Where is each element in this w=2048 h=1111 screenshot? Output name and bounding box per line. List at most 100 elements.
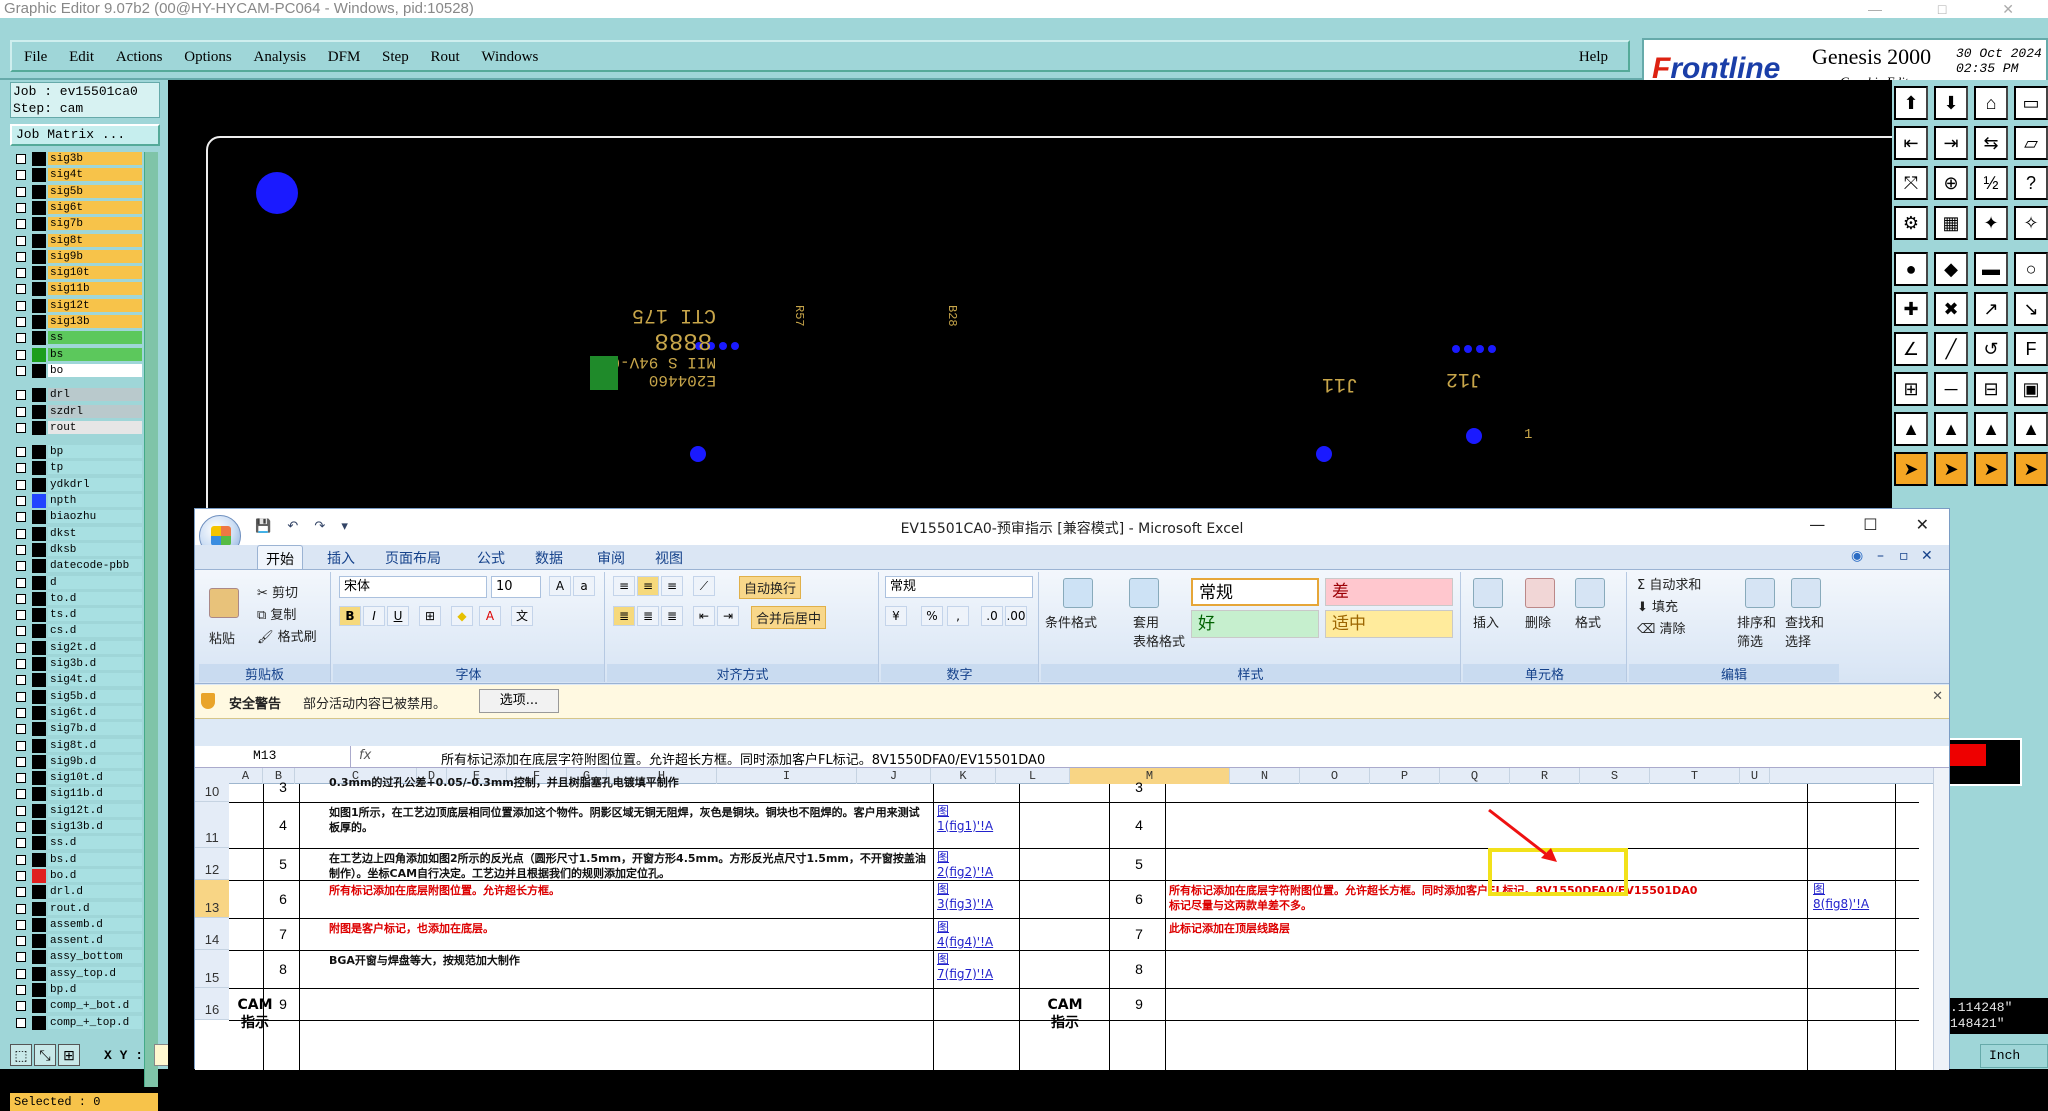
comma-icon[interactable]: , — [947, 606, 969, 626]
instruction-text[interactable]: BGA开窗与焊盘等大，按规范加大制作 — [329, 953, 929, 987]
instruction-text[interactable]: 如图1所示，在工艺边顶底层相同位置添加这个物件。阴影区域无铜无阻焊，灰色是铜块。… — [329, 805, 929, 847]
tool-icon[interactable]: ⚙ — [1894, 206, 1928, 240]
menu-actions[interactable]: Actions — [116, 49, 163, 66]
item-number-2[interactable]: 4 — [1109, 817, 1169, 833]
menu-step[interactable]: Step — [382, 49, 409, 66]
layer-row[interactable]: comp_+_bot.d — [10, 999, 142, 1014]
layer-checkbox[interactable] — [16, 365, 26, 376]
layer-checkbox[interactable] — [16, 854, 26, 865]
item-number-2[interactable]: 3 — [1109, 779, 1169, 795]
decrease-decimal-icon[interactable]: .00 — [1005, 606, 1027, 626]
layer-row[interactable]: sig10t.d — [10, 771, 142, 786]
style-good[interactable]: 好 — [1191, 610, 1319, 638]
layer-checkbox[interactable] — [16, 154, 26, 164]
figure-link[interactable]: 图 4(fig4)'!A — [937, 920, 993, 950]
row-header[interactable]: 15 — [195, 950, 229, 988]
layer-checkbox[interactable] — [16, 251, 26, 262]
layer-checkbox[interactable] — [16, 463, 26, 474]
close-icon[interactable]: ✕ — [1932, 689, 1943, 704]
tool-icon[interactable]: ╱ — [1934, 332, 1968, 366]
tool-icon[interactable]: ⊞ — [1894, 372, 1928, 406]
ribbon-restore-icon[interactable]: ▫ — [1899, 548, 1909, 564]
layer-checkbox[interactable] — [16, 561, 26, 572]
instruction-text[interactable] — [329, 991, 929, 1019]
layer-row[interactable]: bo.d — [10, 868, 142, 883]
layer-row[interactable]: datecode-pbb — [10, 559, 142, 574]
format-cells-button[interactable]: 格式 — [1575, 612, 1601, 631]
layer-row[interactable]: sig5b.d — [10, 689, 142, 704]
align-middle-icon[interactable]: ≡ — [637, 576, 659, 596]
layer-row[interactable]: sig6t — [10, 200, 142, 215]
layer-checkbox[interactable] — [16, 773, 26, 784]
table-format-button[interactable]: 套用 表格格式 — [1133, 612, 1185, 650]
tool-icon[interactable]: ▲ — [1894, 412, 1928, 446]
layer-checkbox[interactable] — [16, 838, 26, 849]
clear-button[interactable]: ⌫ 清除 — [1637, 618, 1686, 637]
tool-icon[interactable]: ▣ — [2014, 372, 2048, 406]
layer-row[interactable]: sig8t — [10, 233, 142, 248]
column-header[interactable]: Q — [1440, 768, 1510, 784]
row-header[interactable]: 14 — [195, 918, 229, 950]
tool-icon[interactable]: ⌂ — [1974, 86, 2008, 120]
layer-row[interactable]: drl.d — [10, 885, 142, 900]
style-neutral[interactable]: 适中 — [1325, 610, 1453, 638]
layer-checkbox[interactable] — [16, 724, 26, 735]
align-top-icon[interactable]: ≡ — [613, 576, 635, 596]
layer-checkbox[interactable] — [16, 496, 26, 506]
units-selector[interactable]: Inch — [1980, 1044, 2048, 1068]
layer-row[interactable]: sig8t.d — [10, 738, 142, 753]
layer-checkbox[interactable] — [16, 186, 26, 197]
layer-row[interactable]: ts.d — [10, 608, 142, 623]
tool-icon[interactable]: ⊕ — [1934, 166, 1968, 200]
insert-cells-button[interactable]: 插入 — [1473, 612, 1499, 631]
layer-row[interactable]: sig12t — [10, 298, 142, 313]
copy-button[interactable]: ⧉ 复制 — [257, 604, 296, 623]
layer-row[interactable]: sig6t.d — [10, 705, 142, 720]
tool-icon[interactable]: ⬇ — [1934, 86, 1968, 120]
layer-checkbox[interactable] — [16, 349, 26, 360]
number-format-select[interactable]: 常规 — [885, 576, 1033, 598]
layer-row[interactable]: sig3b.d — [10, 657, 142, 671]
layer-row[interactable]: npth — [10, 494, 142, 508]
maximize-button[interactable]: ☐ — [1863, 515, 1877, 534]
item-number-2[interactable]: 9 — [1109, 996, 1169, 1012]
layer-checkbox[interactable] — [16, 593, 26, 604]
layer-checkbox[interactable] — [16, 390, 26, 401]
layer-checkbox[interactable] — [16, 756, 26, 767]
layer-checkbox[interactable] — [16, 219, 26, 230]
layer-row[interactable]: bp.d — [10, 983, 142, 997]
layer-checkbox[interactable] — [16, 1017, 26, 1028]
style-bad[interactable]: 差 — [1325, 578, 1453, 606]
vertical-scrollbar[interactable] — [1933, 768, 1949, 1070]
layer-row[interactable]: bp — [10, 445, 142, 460]
phonetic-icon[interactable]: 文 — [511, 606, 533, 626]
job-matrix-button[interactable]: Job Matrix ... — [10, 124, 160, 146]
layer-checkbox[interactable] — [16, 422, 26, 433]
close-button[interactable]: ✕ — [1916, 515, 1929, 534]
layer-row[interactable]: dksb — [10, 542, 142, 557]
tab-page-layout[interactable]: 页面布局 — [385, 548, 441, 568]
figure-link[interactable]: 图 3(fig3)'!A — [937, 882, 993, 912]
layer-checkbox[interactable] — [16, 740, 26, 751]
column-header[interactable]: T — [1650, 768, 1740, 784]
grid-icon[interactable]: ⊞ — [58, 1044, 80, 1066]
layer-checkbox[interactable] — [16, 626, 26, 637]
autosum-button[interactable]: Σ 自动求和 — [1637, 574, 1701, 593]
tool-icon[interactable]: ➤ — [2014, 452, 2048, 486]
tool-icon[interactable]: ▭ — [2014, 86, 2048, 120]
tool-icon[interactable]: ─ — [1934, 372, 1968, 406]
tool-icon[interactable]: ➤ — [1894, 452, 1928, 486]
instruction-text-2[interactable]: 此标记添加在顶层线路层 — [1169, 921, 1809, 949]
tool-icon[interactable]: F — [2014, 332, 2048, 366]
tool-icon[interactable]: ▦ — [1934, 206, 1968, 240]
ribbon-min-icon[interactable]: – — [1877, 548, 1884, 564]
layer-checkbox[interactable] — [16, 235, 26, 246]
instruction-text[interactable]: 附图是客户标记，也添加在底层。 — [329, 921, 929, 949]
worksheet-grid[interactable]: ABCDEFGHIJKLMNOPQRSTU 10 3 0.3mm的过孔公差+0.05… — [195, 768, 1949, 1070]
font-color-icon[interactable]: A — [479, 606, 501, 626]
layer-row[interactable]: bs.d — [10, 852, 142, 867]
name-box[interactable]: M13 — [195, 746, 351, 768]
tool-icon[interactable]: ∠ — [1894, 332, 1928, 366]
figure-link-2[interactable]: 图 8(fig8)'!A — [1813, 882, 1869, 912]
menu-dfm[interactable]: DFM — [328, 49, 361, 66]
